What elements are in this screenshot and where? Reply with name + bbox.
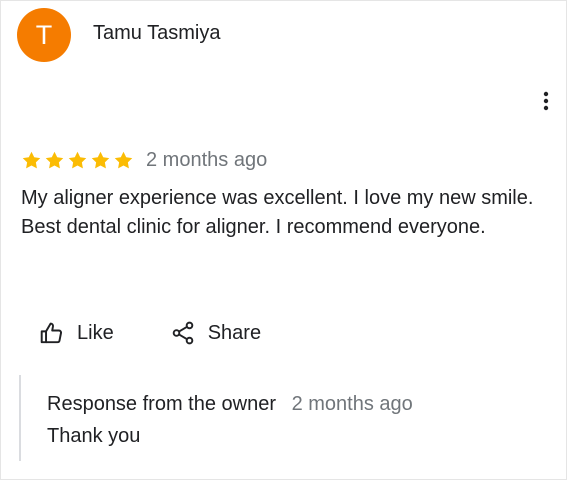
reviewer-name[interactable]: Tamu Tasmiya — [93, 22, 220, 45]
review-actions: Like Share — [39, 317, 261, 349]
share-icon — [172, 321, 193, 345]
owner-response: Response from the owner 2 months ago Tha… — [19, 375, 519, 461]
owner-response-date: 2 months ago — [291, 393, 413, 415]
thumbs-up-icon — [40, 322, 62, 344]
star-icon — [114, 151, 133, 168]
avatar[interactable]: T — [17, 8, 71, 62]
review-date: 2 months ago — [146, 148, 268, 171]
owner-response-header: Response from the owner 2 months ago — [47, 392, 519, 416]
owner-response-title: Response from the owner — [47, 393, 277, 415]
owner-response-text: Thank you — [47, 425, 141, 447]
review-text: My aligner experience was excellent. I l… — [21, 187, 534, 238]
more-vert-icon — [543, 91, 549, 111]
like-label: Like — [77, 321, 114, 344]
star-icon — [45, 151, 64, 168]
avatar-initial: T — [35, 19, 53, 50]
review-card: T Tamu Tasmiya 2 months ago My aligner e… — [0, 0, 567, 480]
more-options-button[interactable] — [536, 89, 556, 113]
share-label: Share — [207, 321, 262, 344]
star-rating — [21, 150, 134, 171]
share-button[interactable]: Share — [170, 320, 261, 346]
rating-row: 2 months ago — [21, 148, 267, 172]
star-icon — [91, 151, 110, 168]
star-icon — [68, 151, 87, 168]
star-icon — [22, 151, 41, 168]
like-button[interactable]: Like — [39, 320, 114, 346]
